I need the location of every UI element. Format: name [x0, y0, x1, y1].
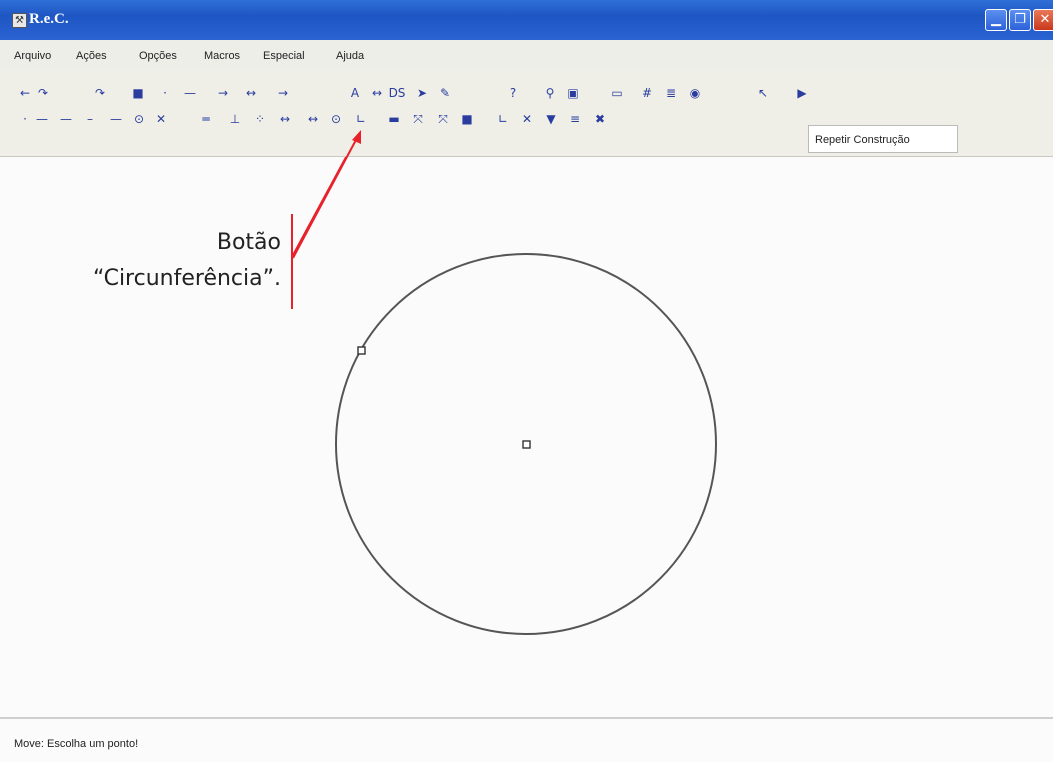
- hide-icon[interactable]: ▼: [542, 110, 560, 128]
- compass-icon[interactable]: ↔: [276, 110, 294, 128]
- midpoint-icon[interactable]: ⁘: [251, 110, 269, 128]
- animate-icon[interactable]: ➤: [413, 84, 431, 102]
- segment-tool-icon[interactable]: —: [57, 110, 75, 128]
- pointer-icon[interactable]: ↖: [754, 84, 772, 102]
- close-button[interactable]: ✕: [1033, 9, 1053, 31]
- polygon-icon[interactable]: ▬: [385, 110, 403, 128]
- color-palette-icon[interactable]: ▣: [564, 84, 582, 102]
- window-title: R.e.C.: [29, 11, 69, 27]
- grid-icon[interactable]: #: [638, 84, 656, 102]
- minimize-button[interactable]: ▁: [985, 9, 1007, 31]
- format-icon[interactable]: ≡: [566, 110, 584, 128]
- ray-icon[interactable]: →: [274, 84, 292, 102]
- redo-icon[interactable]: ↷: [34, 84, 52, 102]
- list-icon[interactable]: ≣: [662, 84, 680, 102]
- menu-item[interactable]: Ações: [76, 50, 107, 62]
- trace-icon[interactable]: ✎: [436, 84, 454, 102]
- circle-center-icon[interactable]: ⊙: [327, 110, 345, 128]
- minimize-icon: ▁: [991, 12, 1001, 27]
- circle-center-point[interactable]: [522, 440, 531, 449]
- menu-item[interactable]: Arquivo: [14, 50, 51, 62]
- fill-tool-icon[interactable]: ■: [458, 110, 476, 128]
- camera-icon[interactable]: ◉: [686, 84, 704, 102]
- compass-app-icon[interactable]: ⚒: [12, 13, 27, 28]
- parallel-icon[interactable]: ═: [197, 110, 215, 128]
- circle-radius-point[interactable]: [357, 346, 366, 355]
- ray-tool-icon[interactable]: —: [107, 110, 125, 128]
- bisector-icon[interactable]: ↔: [304, 110, 322, 128]
- close-icon: ✕: [1039, 12, 1051, 27]
- line-style-icon[interactable]: —: [181, 84, 199, 102]
- delete-icon[interactable]: ✕: [518, 110, 536, 128]
- erase-icon[interactable]: ✖: [591, 110, 609, 128]
- angle-icon[interactable]: ∟: [352, 110, 370, 128]
- drawing-canvas[interactable]: [0, 134, 1053, 717]
- play-icon[interactable]: ▶: [793, 84, 811, 102]
- tooltip-repetir-construcao: Repetir Construção: [808, 125, 958, 153]
- title-bar: ⚒ R.e.C. ▁ ❐ ✕: [0, 0, 1053, 40]
- intersection-icon[interactable]: ✕: [152, 110, 170, 128]
- short-segment-icon[interactable]: –: [81, 110, 99, 128]
- reflect-icon[interactable]: ⤧: [409, 110, 427, 128]
- maximize-button[interactable]: ❐: [1009, 9, 1031, 31]
- menu-item[interactable]: Opções: [139, 50, 177, 62]
- menu-item[interactable]: Macros: [204, 50, 240, 62]
- window-icon[interactable]: ▭: [608, 84, 626, 102]
- annotation-arrow-line: [291, 134, 359, 258]
- line-tool-icon[interactable]: —: [33, 110, 51, 128]
- help-icon[interactable]: ?: [504, 84, 522, 102]
- text-icon[interactable]: A: [346, 84, 364, 102]
- angle-measure-icon[interactable]: ∟: [494, 110, 512, 128]
- segment-style-icon[interactable]: ↔: [242, 84, 260, 102]
- circle-tool-icon[interactable]: ⊙: [130, 110, 148, 128]
- annotation-label-line1: Botão: [216, 230, 281, 255]
- status-bar: Move: Escolha um ponto!: [0, 717, 1053, 762]
- menu-bar: Arquivo Ações Opções Macros Especial Ajuda: [0, 40, 1053, 70]
- perpendicular-icon[interactable]: ⊥: [226, 110, 244, 128]
- zoom-icon[interactable]: ⚲: [541, 84, 559, 102]
- rotate-icon[interactable]: ⤧: [434, 110, 452, 128]
- maximize-icon: ❐: [1014, 12, 1026, 27]
- canvas-svg[interactable]: [0, 134, 1053, 717]
- point-tool-icon[interactable]: ·: [16, 110, 34, 128]
- menu-item[interactable]: Especial: [263, 50, 305, 62]
- point-icon[interactable]: ·: [156, 84, 174, 102]
- undo-icon[interactable]: ←: [16, 84, 34, 102]
- annotation-label-line2: “Circunferência”.: [92, 266, 281, 291]
- label-icon[interactable]: DS: [388, 84, 406, 102]
- redo-arrow-icon[interactable]: ↷: [91, 84, 109, 102]
- annotation-bar: [291, 214, 293, 309]
- vector-icon[interactable]: →: [214, 84, 232, 102]
- status-text: Move: Escolha um ponto!: [14, 738, 139, 750]
- fill-color-icon[interactable]: ■: [129, 84, 147, 102]
- menu-item[interactable]: Ajuda: [336, 50, 364, 62]
- measure-icon[interactable]: ↔: [368, 84, 386, 102]
